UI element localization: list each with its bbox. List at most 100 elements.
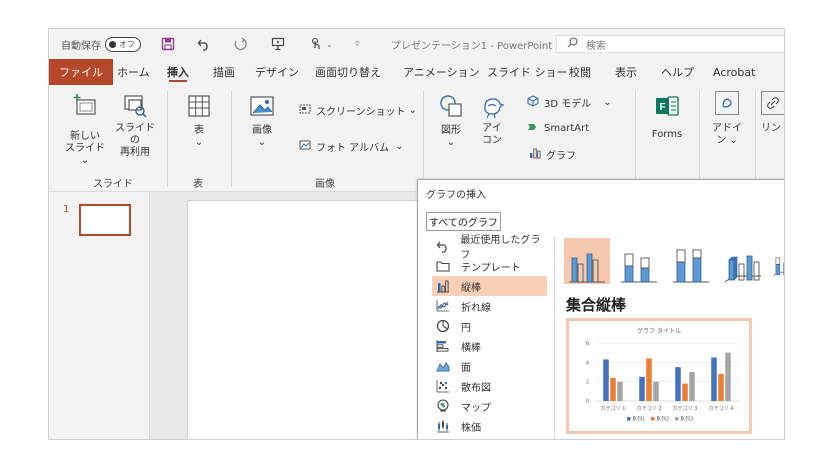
subtype-100-stacked-column[interactable] bbox=[668, 238, 714, 284]
redo-icon[interactable] bbox=[233, 29, 247, 59]
tab-insert[interactable]: 挿入 bbox=[167, 59, 189, 85]
search-box[interactable]: 検索 bbox=[556, 35, 784, 53]
reuse-slides-icon bbox=[111, 93, 159, 123]
chart-legend-label: 系列1 bbox=[632, 416, 645, 423]
chart-legend-swatch bbox=[627, 417, 631, 421]
search-placeholder: 検索 bbox=[586, 40, 606, 52]
tab-all-charts[interactable]: すべてのグラフ bbox=[426, 212, 501, 231]
screenshot-icon bbox=[299, 103, 311, 118]
tab-file[interactable]: ファイル bbox=[49, 59, 113, 85]
images-button[interactable]: 画像 ⌄ bbox=[241, 93, 283, 149]
new-slide-button[interactable]: 新しい スライド ⌄ bbox=[63, 93, 107, 167]
group-separator bbox=[231, 91, 232, 187]
tab-slideshow[interactable]: スライド ショー bbox=[487, 59, 568, 85]
link-button[interactable]: リン bbox=[761, 91, 784, 135]
undo-icon[interactable] bbox=[197, 29, 211, 59]
chart-bar bbox=[617, 381, 623, 401]
icons-button[interactable]: アイ コン bbox=[475, 93, 509, 147]
chart-type-label: テンプレート bbox=[461, 262, 521, 274]
tab-draw[interactable]: 描画 bbox=[213, 59, 235, 85]
shapes-label: 図形 bbox=[441, 125, 461, 136]
photo-album-button[interactable]: フォト アルバム ⌄ bbox=[299, 139, 403, 154]
chart-button[interactable]: グラフ bbox=[529, 147, 576, 162]
chart-type-map[interactable]: マップ bbox=[432, 396, 547, 416]
smartart-button[interactable]: SmartArt bbox=[527, 121, 589, 136]
chart-preview[interactable]: グラフ タイトル 0 2 4 6 カテゴリ 1 カテゴリ 2 カテゴリ 3 カテゴリ 4 系… bbox=[566, 318, 752, 434]
slide-thumbnail-pane: 1 bbox=[49, 192, 150, 439]
save-icon[interactable] bbox=[161, 29, 175, 59]
autosave[interactable]: 自動保存 オフ bbox=[61, 29, 141, 59]
add-ins-label-2: ン bbox=[716, 135, 727, 146]
chart-type-area[interactable]: 面 bbox=[432, 356, 547, 376]
chart-bar bbox=[646, 358, 652, 401]
chevron-down-icon: ⌄ bbox=[326, 39, 333, 49]
forms-label: Forms bbox=[651, 129, 683, 140]
autosave-toggle[interactable]: オフ bbox=[105, 36, 141, 52]
touch-mode-icon[interactable]: ⌄ bbox=[309, 29, 333, 59]
chart-type-line[interactable]: 折れ線 bbox=[432, 296, 547, 316]
group-label-slides: スライド bbox=[93, 179, 133, 190]
subtype-clustered-column[interactable] bbox=[564, 238, 610, 284]
chart-bar bbox=[711, 357, 717, 401]
chart-type-recent[interactable]: 最近使用したグラフ bbox=[432, 235, 547, 261]
subtype-3d-clustered-column[interactable] bbox=[720, 238, 766, 284]
link-label: リン bbox=[761, 123, 781, 134]
tab-review[interactable]: 校閲 bbox=[569, 59, 591, 85]
chart-y-tick-label: 4 bbox=[586, 360, 589, 366]
screenshot-button[interactable]: スクリーンショット ⌄ bbox=[299, 103, 417, 118]
shapes-icon bbox=[433, 93, 469, 123]
tab-design[interactable]: デザイン bbox=[255, 59, 299, 85]
forms-icon: F bbox=[645, 93, 689, 123]
ribbon: 新しい スライド ⌄ スライドの 再利用 スライド 表 ⌄ 表 画像 ⌄ スクリ… bbox=[49, 85, 784, 192]
subtype-3d-stacked-column[interactable] bbox=[772, 238, 784, 284]
group-label-table: 表 bbox=[193, 179, 203, 190]
chart-x-tick-label: カテゴリ 4 bbox=[709, 405, 734, 412]
icons-label-2: コン bbox=[482, 135, 502, 146]
chart-type-bar[interactable]: 横棒 bbox=[432, 336, 547, 356]
chart-x-tick-label: カテゴリ 1 bbox=[601, 405, 626, 412]
chart-type-templates[interactable]: テンプレート bbox=[432, 256, 547, 276]
tab-animations[interactable]: アニメーション bbox=[403, 59, 480, 85]
link-icon bbox=[761, 91, 784, 115]
add-ins-button[interactable]: アドイ ン ⌄ bbox=[707, 91, 747, 147]
tab-view[interactable]: 表示 bbox=[615, 59, 637, 85]
table-button[interactable]: 表 ⌄ bbox=[177, 93, 221, 149]
chart-bar bbox=[682, 383, 688, 401]
chart-type-stock[interactable]: 株価 bbox=[432, 416, 547, 436]
chart-bar bbox=[725, 352, 731, 401]
present-from-start-icon[interactable] bbox=[271, 29, 285, 59]
autosave-state: オフ bbox=[119, 39, 135, 49]
map-chart-icon bbox=[435, 398, 451, 414]
chart-title: グラフ タイトル bbox=[637, 327, 681, 335]
chevron-down-icon: ⌄ bbox=[194, 137, 204, 148]
customize-toolbar-icon[interactable]: ▿ bbox=[355, 29, 360, 59]
slide-thumbnail[interactable] bbox=[79, 204, 131, 236]
table-icon bbox=[177, 93, 221, 123]
tab-help[interactable]: ヘルプ bbox=[661, 59, 694, 85]
chart-type-scatter[interactable]: 散布図 bbox=[432, 376, 547, 396]
chart-legend-label: 系列2 bbox=[656, 416, 669, 423]
chart-type-column[interactable]: 縦棒 bbox=[432, 276, 547, 296]
icons-label-1: アイ bbox=[482, 123, 502, 134]
subtype-stacked-column[interactable] bbox=[616, 238, 662, 284]
shapes-button[interactable]: 図形 ⌄ bbox=[433, 93, 469, 149]
chart-bar bbox=[603, 359, 609, 401]
folder-icon bbox=[435, 258, 451, 274]
chart-type-label: 面 bbox=[461, 362, 471, 374]
tab-transitions[interactable]: 画面切り替え bbox=[315, 59, 381, 85]
chart-type-label: 縦棒 bbox=[461, 282, 481, 294]
photo-album-icon bbox=[299, 139, 311, 154]
3d-models-button[interactable]: 3D モデル ⌄ bbox=[527, 95, 612, 110]
chart-bar bbox=[675, 367, 681, 401]
3d-models-label: 3D モデル bbox=[544, 99, 592, 110]
chart-legend-swatch bbox=[651, 417, 655, 421]
group-label-images: 画像 bbox=[315, 179, 335, 190]
tab-home[interactable]: ホーム bbox=[117, 59, 150, 85]
forms-button[interactable]: F Forms bbox=[645, 93, 689, 141]
reuse-slides-button[interactable]: スライドの 再利用 bbox=[111, 93, 159, 159]
undo-icon bbox=[435, 238, 450, 254]
chevron-down-icon: ⌄ bbox=[257, 137, 267, 148]
chart-type-pie[interactable]: 円 bbox=[432, 316, 547, 336]
tab-acrobat[interactable]: Acrobat bbox=[713, 59, 755, 85]
screenshot-label: スクリーンショット bbox=[316, 107, 406, 118]
